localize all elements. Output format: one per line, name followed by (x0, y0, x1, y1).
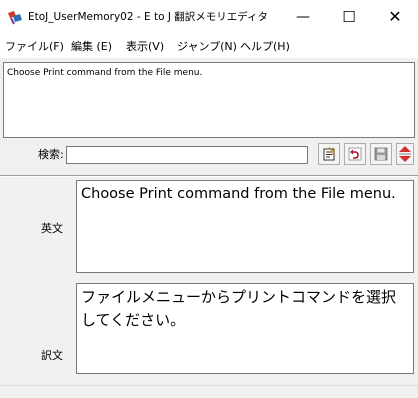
menu-view[interactable]: 表示(V) (126, 40, 164, 53)
english-text-field[interactable]: Choose Print command from the File menu. (76, 180, 414, 273)
save-icon (374, 147, 388, 161)
menu-file[interactable]: ファイル(F) (5, 40, 64, 53)
undo-button[interactable] (344, 143, 366, 165)
close-button[interactable]: ✕ (372, 0, 418, 34)
spin-updown-icon (396, 143, 414, 165)
spin-updown-button[interactable] (396, 143, 414, 165)
source-list-pane[interactable]: Choose Print command from the File menu. (3, 62, 415, 138)
translation-text-field[interactable]: ファイルメニューからプリントコマンドを選択してください。 (76, 283, 414, 374)
menu-edit[interactable]: 編集 (E) (71, 40, 112, 53)
minimize-button[interactable]: — (280, 0, 326, 34)
search-label: 検索: (38, 148, 64, 161)
menu-bar: ファイル(F) 編集 (E) 表示(V) ジャンプ(N) ヘルプ(H) (0, 34, 418, 58)
search-input[interactable] (66, 146, 308, 164)
window-title: EtoJ_UserMemory02 - E to J 翻訳メモリエディタ (28, 11, 269, 23)
menu-help[interactable]: ヘルプ(H) (240, 40, 290, 53)
new-entry-button[interactable] (318, 143, 340, 165)
undo-icon (348, 147, 362, 161)
pane-separator[interactable] (0, 175, 418, 177)
status-bar (0, 385, 418, 398)
save-button[interactable] (370, 143, 392, 165)
new-entry-icon (323, 146, 335, 161)
english-label: 英文 (41, 222, 63, 235)
translation-memory-app-icon[interactable] (7, 9, 23, 25)
translation-label: 訳文 (41, 349, 63, 362)
menu-jump[interactable]: ジャンプ(N) (177, 40, 237, 53)
source-list-entry[interactable]: Choose Print command from the File menu. (7, 68, 202, 79)
maximize-button[interactable]: ☐ (326, 0, 372, 34)
title-bar: EtoJ_UserMemory02 - E to J 翻訳メモリエディタ — ☐… (0, 0, 418, 34)
